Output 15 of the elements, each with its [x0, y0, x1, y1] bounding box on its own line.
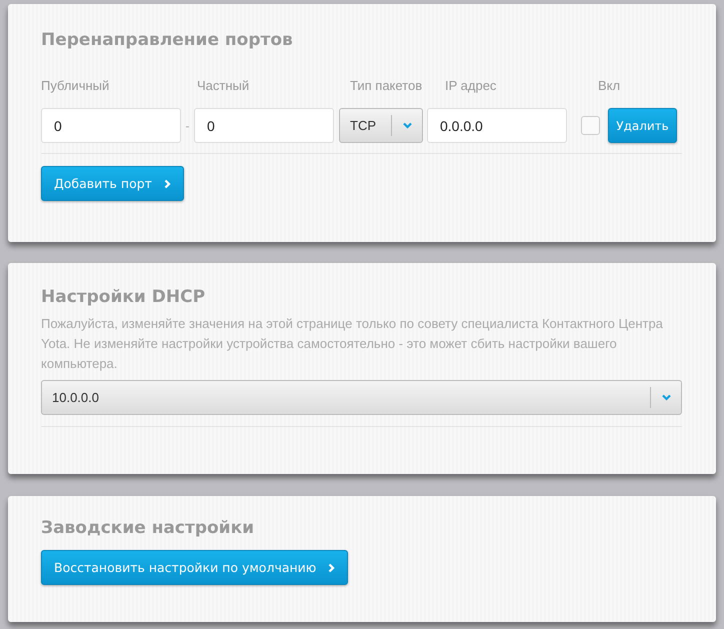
column-label: Публичный	[41, 78, 110, 92]
section-title: Настройки DHCP	[41, 287, 206, 307]
private-port-field[interactable]: 0	[194, 108, 334, 143]
protocol-dropdown[interactable]: TCP	[339, 108, 423, 143]
ip-dropdown[interactable]: 10.0.0.0	[41, 380, 682, 415]
section-title: Заводские настройки	[41, 518, 254, 538]
column-label: IP адрес	[444, 78, 496, 92]
public-port-field[interactable]: 0	[41, 108, 181, 143]
column-label: Тип пакетов	[349, 78, 422, 92]
range-dash: -	[184, 118, 190, 132]
ip-address-field[interactable]: 0.0.0.0	[427, 108, 567, 143]
warning-text: Пожалуйста, изменяйте значения на этой странице только по совету специалиста Контактного Центра Yota. Не изменяйте настройки устройства самостоятельно - это может сбить настройки вашего компьютера.	[41, 315, 664, 373]
column-label: Вкл	[597, 78, 620, 92]
section-title: Перенаправление портов	[41, 30, 293, 50]
column-label: Частный	[196, 78, 250, 92]
